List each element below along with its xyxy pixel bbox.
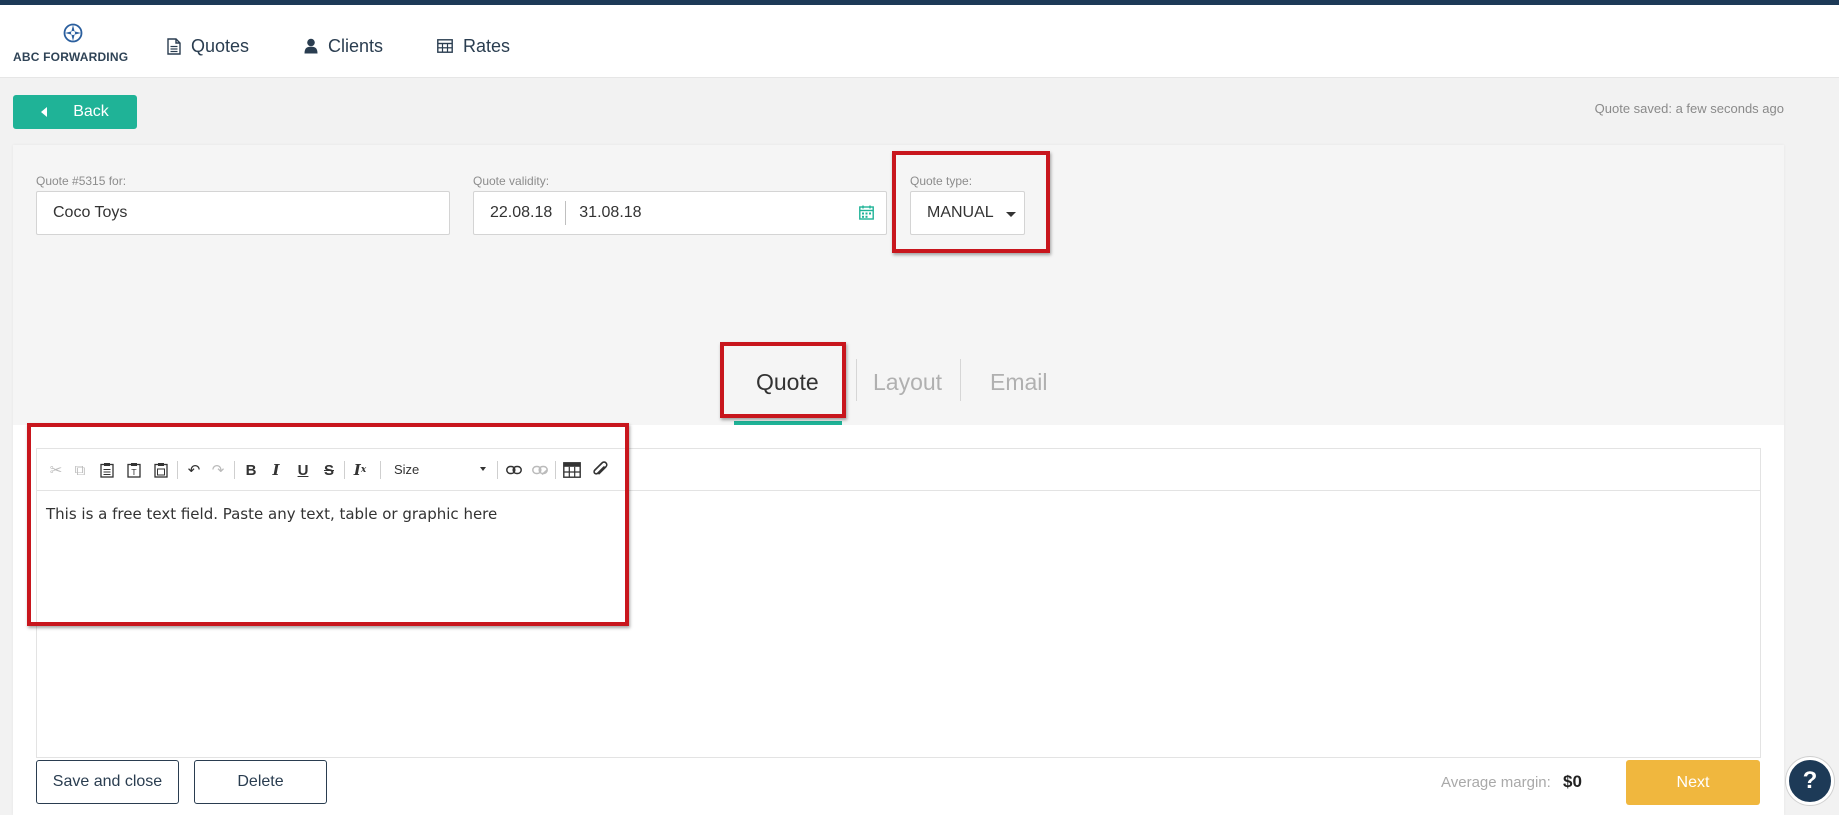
editor-toolbar: ✂ ⧉ T ↶ ↷ B I U S Ix Size [37,449,1760,491]
unlink-icon[interactable] [530,460,550,480]
back-button-label: Back [73,103,109,120]
user-icon [304,38,318,54]
underline-icon[interactable]: U [293,460,313,480]
toolbar-separator [344,461,345,479]
link-icon[interactable] [504,460,524,480]
tab-email[interactable]: Email [990,345,1048,419]
save-and-close-label: Save and close [52,773,163,790]
tab-layout[interactable]: Layout [873,345,942,419]
top-navigation: ABC FORWARDING Quotes Clients Rates [0,5,1839,78]
cut-icon[interactable]: ✂ [46,460,66,480]
toolbar-separator [177,461,178,479]
toolbar-separator [380,461,381,479]
rich-text-editor[interactable]: ✂ ⧉ T ↶ ↷ B I U S Ix Size This is a free… [36,448,1761,758]
paste-word-icon[interactable] [151,460,171,480]
toolbar-separator [555,461,556,479]
nav-item-rates[interactable]: Rates [437,31,510,61]
save-and-close-button[interactable]: Save and close [36,760,179,804]
client-field-label: Quote #5315 for: [36,174,127,188]
delete-label: Delete [237,773,284,790]
compass-icon [63,23,83,43]
validity-field-label: Quote validity: [473,174,550,188]
tab-quote-label: Quote [756,368,819,395]
font-size-select[interactable]: Size [394,458,492,480]
chevron-down-icon [480,467,486,471]
font-size-label: Size [394,461,420,477]
nav-item-quotes[interactable]: Quotes [167,31,249,61]
tab-quote[interactable]: Quote [756,345,819,419]
nav-item-clients[interactable]: Clients [304,31,383,61]
back-button[interactable]: Back [13,95,137,129]
remove-format-icon[interactable]: Ix [350,460,370,480]
strikethrough-icon[interactable]: S [319,460,339,480]
tab-divider [960,359,961,401]
copy-icon[interactable]: ⧉ [70,460,90,480]
average-margin-value: $0 [1563,772,1582,791]
tab-divider [856,359,857,401]
bold-icon[interactable]: B [241,460,261,480]
caret-left-icon [41,107,48,117]
editor-content[interactable]: This is a free text field. Paste any tex… [46,505,497,523]
validity-date-range[interactable]: 22.08.18 31.08.18 [473,191,887,235]
next-button-label: Next [1676,773,1710,791]
client-input-value: Coco Toys [53,204,128,221]
redo-icon[interactable]: ↷ [208,460,228,480]
svg-text:T: T [131,468,137,477]
paste-icon[interactable] [97,460,117,480]
toolbar-separator [234,461,235,479]
insert-table-icon[interactable] [562,460,582,480]
nav-item-label: Clients [328,35,384,56]
client-input[interactable]: Coco Toys [36,191,450,235]
nav-item-label: Quotes [191,35,250,56]
validity-from-date[interactable]: 22.08.18 [490,204,552,222]
validity-to-date[interactable]: 31.08.18 [579,204,641,222]
paste-text-icon[interactable]: T [124,460,144,480]
attachment-icon[interactable] [590,460,610,480]
save-status: Quote saved: a few seconds ago [1594,101,1784,116]
calendar-icon[interactable] [859,205,874,220]
nav-item-label: Rates [463,35,511,56]
question-icon: ? [1802,767,1818,794]
quote-type-label: Quote type: [910,174,973,188]
tab-email-label: Email [990,368,1048,395]
quote-type-select[interactable]: MANUAL [910,191,1025,235]
date-separator [565,201,567,225]
brand-name: ABC FORWARDING [13,50,129,64]
toolbar-separator [497,461,498,479]
delete-button[interactable]: Delete [194,760,327,804]
undo-icon[interactable]: ↶ [184,460,204,480]
brand-logo[interactable]: ABC FORWARDING [13,23,131,67]
chevron-down-icon [1006,212,1016,217]
next-button[interactable]: Next [1626,760,1760,805]
quote-type-value: MANUAL [927,204,994,221]
document-icon [167,37,181,55]
table-icon [437,39,453,53]
italic-icon[interactable]: I [266,460,286,480]
help-button[interactable]: ? [1786,757,1834,805]
average-margin-label: Average margin: [1441,774,1551,791]
tab-layout-label: Layout [873,368,943,395]
